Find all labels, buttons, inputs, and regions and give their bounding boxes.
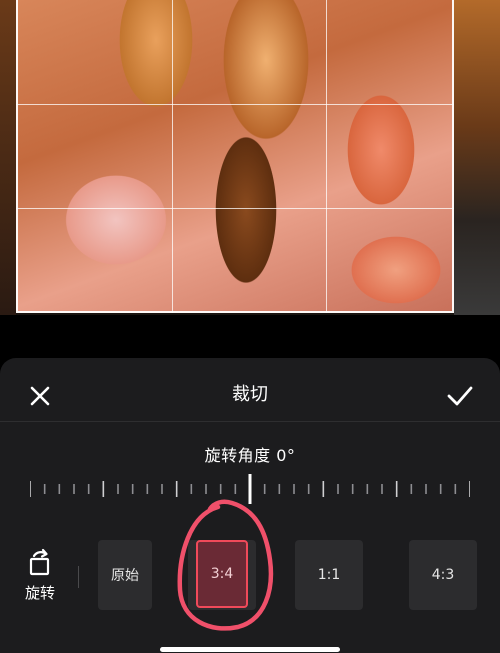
panel-header: 裁切: [0, 358, 500, 422]
rotate-button[interactable]: 旋转: [14, 548, 66, 608]
check-icon: [447, 386, 473, 406]
crop-grid-line: [326, 0, 327, 313]
ratio-original-button[interactable]: 原始: [98, 540, 152, 610]
rotate-icon: [29, 548, 50, 576]
rotation-ruler[interactable]: [30, 474, 470, 504]
home-indicator: [160, 647, 340, 652]
photo-preview[interactable]: [0, 0, 500, 315]
photo-edge-left: [0, 0, 16, 315]
ratio-label: 3:4: [210, 566, 234, 582]
crop-panel: 裁切 旋转角度 0° 旋转 原始 3:4 1:1 4:3: [0, 358, 500, 653]
confirm-button[interactable]: [440, 376, 480, 416]
photo-edge-right: [454, 0, 500, 315]
crop-grid-line: [16, 208, 454, 209]
crop-grid-line: [16, 104, 454, 105]
ratio-3-4-button[interactable]: 3:4: [188, 540, 256, 610]
divider: [78, 566, 79, 588]
rotate-label: 旋转: [24, 584, 55, 602]
ratio-label: 1:1: [317, 567, 341, 583]
rotation-angle-label: 旋转角度 0°: [204, 446, 296, 465]
ratio-4-3-button[interactable]: 4:3: [409, 540, 477, 610]
crop-frame[interactable]: [16, 0, 454, 313]
ratio-3-4-selected: 3:4: [196, 540, 248, 608]
ratio-label: 原始: [111, 568, 139, 584]
crop-grid-line: [172, 0, 173, 313]
panel-title: 裁切: [232, 384, 268, 405]
ratio-label: 4:3: [431, 567, 455, 583]
ratio-1-1-button[interactable]: 1:1: [295, 540, 363, 610]
